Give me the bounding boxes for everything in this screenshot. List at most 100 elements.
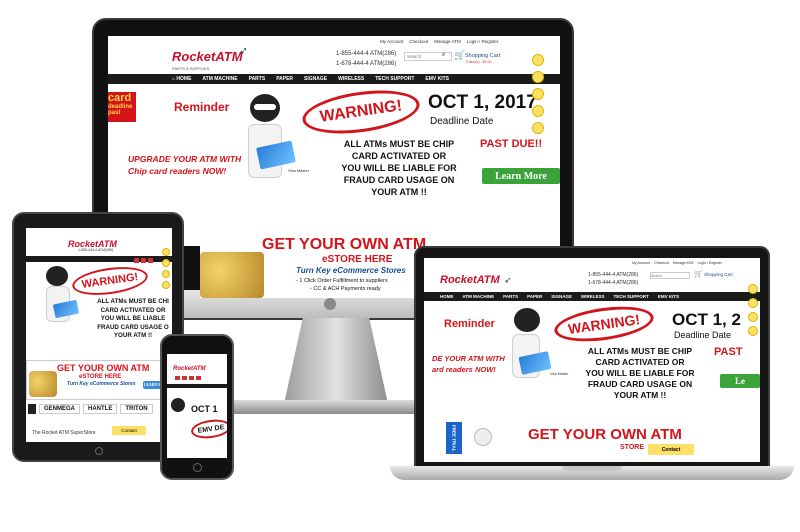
laptop-card-caption: Visa Master xyxy=(550,372,569,376)
laptop-search-input[interactable] xyxy=(650,272,690,279)
laptop-nav: HOME ATM MACHINE PARTS PAPER SIGNAGE WIR… xyxy=(424,292,760,301)
estore-turnkey: Turn Key eCommerce Stores xyxy=(296,266,406,275)
deadline-sub: Deadline Date xyxy=(430,116,494,127)
nav-wireless[interactable]: WIRELESS xyxy=(338,76,364,82)
link-my-account[interactable]: My Account xyxy=(632,261,650,265)
search-icon[interactable]: ⌕ xyxy=(442,52,445,59)
laptop-logo[interactable]: RocketATM ➶ xyxy=(440,270,512,288)
brand-triton[interactable]: TRITON xyxy=(120,404,153,414)
warning-badge: WARNING! xyxy=(299,83,423,141)
link-manage-atm[interactable]: Manage ATM xyxy=(434,39,460,44)
mascot-mask xyxy=(254,104,276,110)
phone-color-chips xyxy=(175,376,201,380)
past-due-label: PAST DUE!! xyxy=(480,138,543,150)
phone-fab-icon[interactable] xyxy=(162,248,170,256)
email-fab-icon[interactable] xyxy=(748,298,758,308)
brand-tagline: PARTS & SUPPLIES xyxy=(172,66,210,71)
tablet-color-chips xyxy=(134,258,153,263)
email-fab-icon[interactable] xyxy=(162,259,170,267)
nav-tech-support[interactable]: TECH SUPPORT xyxy=(375,76,414,82)
free-trial-ribbon[interactable]: FREE TRIAL xyxy=(446,422,462,454)
nav-home[interactable]: HOME xyxy=(440,294,454,299)
nav-signage[interactable]: SIGNAGE xyxy=(304,76,327,82)
link-login[interactable]: Login / Register xyxy=(467,39,499,44)
tablet-warning-badge: WARNING! xyxy=(70,262,150,300)
nav-paper[interactable]: PAPER xyxy=(276,76,293,82)
nav-parts[interactable]: PARTS xyxy=(249,76,266,82)
map-fab-icon[interactable] xyxy=(748,326,758,336)
laptop-warning-badge: WARNING! xyxy=(552,301,656,347)
top-links: My Account Checkout Manage ATM Login / R… xyxy=(380,39,498,44)
tablet-estore-sub: eSTORE HERE xyxy=(79,374,122,380)
laptop-estore-title: GET YOUR OWN ATM xyxy=(528,426,682,443)
estore-sub: eSTORE HERE xyxy=(322,254,393,265)
brand-hantle[interactable]: HANTLE xyxy=(83,404,118,414)
floating-actions xyxy=(532,54,544,134)
nav-tech-support[interactable]: TECH SUPPORT xyxy=(614,294,649,299)
laptop-contact-button[interactable]: Contact xyxy=(648,444,694,455)
phone-fab-icon[interactable] xyxy=(532,54,544,66)
brand-logo[interactable]: RocketATM ➶ PARTS & SUPPLIES xyxy=(172,44,248,71)
chat-fab-icon[interactable] xyxy=(162,270,170,278)
laptop-cart-icon[interactable]: 🛒 xyxy=(694,270,703,278)
tablet-phone: 1-855-444-4 ATM(286) xyxy=(78,248,114,252)
estore-bullet-2: - CC & ACH Payments ready xyxy=(310,286,381,292)
map-fab-icon[interactable] xyxy=(162,281,170,289)
link-manage-atm[interactable]: Manage ATM xyxy=(673,261,694,265)
nav-signage[interactable]: SIGNAGE xyxy=(551,294,572,299)
phone-fab-icon[interactable] xyxy=(748,284,758,294)
phone-nav[interactable] xyxy=(167,384,227,388)
map-fab-icon[interactable] xyxy=(532,105,544,117)
main-nav: ⌂ HOME ATM MACHINE PARTS PAPER SIGNAGE W… xyxy=(108,74,560,84)
phone-emv-badge: EMV DE xyxy=(189,417,227,441)
nav-atm-machine[interactable]: ATM MACHINE xyxy=(463,294,495,299)
chat-fab-icon[interactable] xyxy=(532,88,544,100)
laptop-date: OCT 1, 2 xyxy=(672,310,741,329)
monitor-stand xyxy=(284,318,388,404)
nav-atm-machine[interactable]: ATM MACHINE xyxy=(202,76,237,82)
link-login[interactable]: Login / Register xyxy=(697,261,722,265)
nav-wireless[interactable]: WIRELESS xyxy=(581,294,605,299)
cart-icon[interactable]: 🛒 xyxy=(454,50,465,61)
phone-1: 1-855-444-4 ATM(286) xyxy=(336,51,397,57)
nav-home[interactable]: ⌂ HOME xyxy=(172,76,191,82)
laptop-upgrade-1: DE YOUR ATM WITH xyxy=(432,354,505,363)
phone-date: OCT 1 xyxy=(191,404,218,414)
laptop-date-sub: Deadline Date xyxy=(674,330,732,340)
tablet-chip-message: ALL ATMs MUST BE CHI CARD ACTIVATED OR Y… xyxy=(97,298,169,339)
tablet-coins-image xyxy=(29,371,57,397)
laptop-cart-label[interactable]: Shopping Cart xyxy=(704,272,733,277)
laptop-mascot-head xyxy=(514,308,540,332)
tablet-estore-banner[interactable]: GET YOUR OWN ATM eSTORE HERE Turn Key eC… xyxy=(26,360,172,400)
laptop-notch xyxy=(562,466,622,471)
phone-screen: RocketATM OCT 1 EMV DE xyxy=(167,354,227,458)
phone-logo[interactable]: RocketATM xyxy=(173,357,206,375)
rocket-icon: ➶ xyxy=(504,275,512,285)
link-checkout[interactable]: Checkout xyxy=(654,261,669,265)
chip-warning-message: ALL ATMs MUST BE CHIP CARD ACTIVATED OR … xyxy=(341,139,457,197)
link-my-account[interactable]: My Account xyxy=(380,39,403,44)
chat-fab-icon[interactable] xyxy=(748,312,758,322)
tablet-contact-button[interactable]: Contact xyxy=(112,426,146,435)
laptop-phone-2: 1-678-444-4 ATM(286) xyxy=(588,280,639,286)
nav-parts[interactable]: PARTS xyxy=(503,294,518,299)
learn-more-button[interactable]: Learn More xyxy=(482,168,560,184)
nav-emv-kits[interactable]: EMV KITS xyxy=(658,294,679,299)
nav-paper[interactable]: PAPER xyxy=(527,294,542,299)
nav-emv-kits[interactable]: EMV KITS xyxy=(425,76,449,82)
link-checkout[interactable]: Checkout xyxy=(409,39,428,44)
brand-genmega[interactable]: GENMEGA xyxy=(39,404,81,414)
share-fab-icon[interactable] xyxy=(532,122,544,134)
cart-label[interactable]: Shopping Cart xyxy=(465,53,500,59)
laptop-floating-actions xyxy=(748,284,758,336)
tablet-mascot-head xyxy=(46,266,68,286)
email-fab-icon[interactable] xyxy=(532,71,544,83)
coins-image xyxy=(200,252,264,298)
phone-2: 1-678-444-4 ATM(286) xyxy=(336,61,397,67)
brand-name: RocketATM xyxy=(172,49,243,64)
laptop-upgrade-2: ard readers NOW! xyxy=(432,365,496,374)
laptop-learn-button[interactable]: Le xyxy=(720,374,760,388)
card-caption: Visa Master xyxy=(288,168,310,173)
reminder-label: Reminder xyxy=(174,100,230,114)
laptop-estore-sub: STORE xyxy=(620,444,644,451)
